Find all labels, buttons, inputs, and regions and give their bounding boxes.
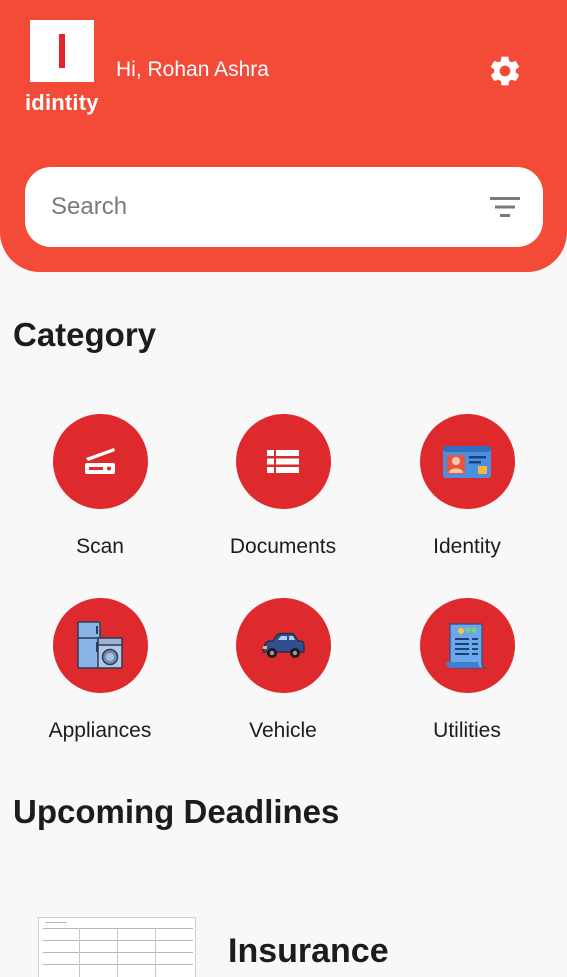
user-greeting: Hi, Rohan Ashra: [116, 58, 269, 81]
doc-line: [43, 928, 193, 929]
category-title: Category: [13, 316, 157, 353]
category-icon-circle: [52, 598, 148, 693]
brand-name: idintity: [25, 90, 99, 115]
category-label: Utilities: [433, 719, 501, 742]
category-identity[interactable]: Identity: [375, 414, 559, 559]
category-utilities[interactable]: Utilities: [375, 598, 559, 743]
settings-button[interactable]: [487, 53, 523, 89]
bill-icon: [446, 622, 487, 669]
category-label: Documents: [229, 535, 337, 558]
category-icon-circle: [52, 414, 148, 509]
scanner-icon: [85, 447, 115, 474]
category-label: Identity: [433, 535, 501, 558]
category-icon-circle: [419, 414, 515, 509]
category-documents[interactable]: Documents: [191, 414, 375, 559]
category-appliances[interactable]: Appliances: [8, 598, 192, 743]
filter-icon: [490, 197, 520, 217]
app-logo: [30, 20, 94, 82]
doc-line: [45, 922, 67, 923]
category-icon-circle: [419, 598, 515, 693]
category-label: Scan: [76, 535, 124, 558]
doc-line: [117, 928, 118, 977]
doc-line: [43, 940, 193, 941]
category-vehicle[interactable]: Vehicle: [191, 598, 375, 743]
gear-icon: [490, 56, 520, 86]
category-icon-circle: [235, 414, 331, 509]
category-label: Appliances: [48, 719, 152, 742]
appliances-icon: [77, 620, 123, 669]
category-icon-circle: [235, 598, 331, 693]
search-bar[interactable]: Search: [25, 167, 543, 247]
doc-line: [155, 928, 156, 977]
doc-line: [43, 964, 193, 965]
list-icon: [267, 449, 299, 473]
filter-button[interactable]: [489, 194, 521, 220]
id-card-icon: [443, 445, 491, 478]
deadlines-title: Upcoming Deadlines: [13, 793, 340, 830]
doc-line: [79, 928, 80, 977]
category-scan[interactable]: Scan: [8, 414, 192, 559]
car-icon: [262, 632, 305, 658]
app-header: idintity Hi, Rohan Ashra Search: [0, 0, 567, 272]
search-input[interactable]: Search: [51, 193, 127, 221]
doc-line: [43, 952, 193, 953]
category-label: Vehicle: [249, 719, 317, 742]
logo-letter-mark: [59, 34, 65, 68]
deadline-item-name[interactable]: Insurance: [228, 932, 389, 971]
deadline-document-thumbnail[interactable]: [38, 917, 196, 977]
